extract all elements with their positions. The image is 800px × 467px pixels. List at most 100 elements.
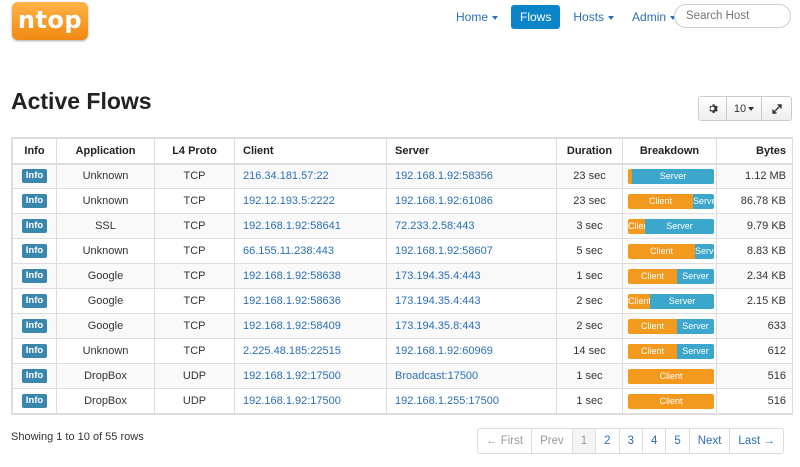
nav-item-home[interactable]: Home xyxy=(447,5,507,29)
page-button-next[interactable]: Next xyxy=(690,429,731,453)
duration-cell: 3 sec xyxy=(556,213,623,239)
col-header-application[interactable]: Application xyxy=(56,138,155,165)
chevron-down-icon xyxy=(608,15,615,20)
l4-proto-value: TCP xyxy=(183,295,206,307)
page-button-prev[interactable]: Prev xyxy=(532,429,573,453)
col-header-info[interactable]: Info xyxy=(12,138,57,165)
duration-cell: 5 sec xyxy=(556,238,623,264)
l4-proto-cell: TCP xyxy=(154,338,235,364)
server-cell: 173.194.35.8:443 xyxy=(386,313,557,339)
col-header-breakdown[interactable]: Breakdown xyxy=(622,138,717,165)
info-button[interactable]: Info xyxy=(21,369,48,383)
duration-value: 14 sec xyxy=(573,345,606,357)
info-button[interactable]: Info xyxy=(21,319,48,333)
info-cell: Info xyxy=(12,213,57,239)
table-body: Info Unknown TCP 216.34.181.57:22 192.168.1.… xyxy=(12,163,793,414)
duration-cell: 1 sec xyxy=(556,388,623,414)
server-link[interactable]: 173.194.35.4:443 xyxy=(395,295,481,307)
l4-proto-cell: TCP xyxy=(154,213,235,239)
client-cell: 2.225.48.185:22515 xyxy=(234,338,387,364)
info-button[interactable]: Info xyxy=(21,344,48,358)
info-button[interactable]: Info xyxy=(21,244,48,258)
bytes-value: 516 xyxy=(767,370,786,382)
server-cell: 192.168.1.92:60969 xyxy=(386,338,557,364)
client-link[interactable]: 66.155.11.238:443 xyxy=(243,245,334,257)
info-button[interactable]: Info xyxy=(21,194,48,208)
client-link[interactable]: 216.34.181.57:22 xyxy=(243,170,329,182)
page-button-4[interactable]: 4 xyxy=(643,429,667,453)
client-link[interactable]: 192.168.1.92:58636 xyxy=(243,295,341,307)
info-cell: Info xyxy=(12,338,57,364)
l4-proto-value: TCP xyxy=(183,220,206,232)
table-row: Info Unknown TCP 192.12.193.5:2222 192.168.1… xyxy=(12,188,793,214)
rows-per-page-dropdown[interactable]: 10 xyxy=(727,97,762,120)
server-cell: 173.194.35.4:443 xyxy=(386,288,557,314)
info-button[interactable]: Info xyxy=(21,294,48,308)
page-title: Active Flows xyxy=(11,88,152,114)
server-link[interactable]: 192.168.1.92:58607 xyxy=(395,245,493,257)
page-button-5[interactable]: 5 xyxy=(666,429,690,453)
col-header-server[interactable]: Server xyxy=(386,138,557,165)
breakdown-bar: Server xyxy=(628,168,714,184)
bytes-value: 2.15 KB xyxy=(746,295,786,307)
info-button[interactable]: Info xyxy=(21,269,48,283)
col-header-client[interactable]: Client xyxy=(234,138,387,165)
server-link[interactable]: 192.168.1.92:60969 xyxy=(395,345,493,357)
breakdown-client-segment: Client xyxy=(628,368,714,384)
server-link[interactable]: Broadcast:17500 xyxy=(395,370,478,382)
page-button-first[interactable]: ← First xyxy=(478,429,533,453)
client-link[interactable]: 2.225.48.185:22515 xyxy=(243,345,341,357)
client-link[interactable]: 192.168.1.92:58638 xyxy=(243,270,341,282)
nav-item-hosts[interactable]: Hosts xyxy=(564,5,623,29)
client-link[interactable]: 192.168.1.92:17500 xyxy=(243,395,341,407)
server-link[interactable]: 173.194.35.8:443 xyxy=(395,320,481,332)
bytes-cell: 633 xyxy=(716,313,793,339)
breakdown-cell: ClientServer xyxy=(622,213,717,239)
bytes-cell: 8.83 KB xyxy=(716,238,793,264)
application-name: Unknown xyxy=(82,345,129,357)
server-cell: 192.168.1.92:61086 xyxy=(386,188,557,214)
application-cell: DropBox xyxy=(56,363,155,389)
server-link[interactable]: 173.194.35.4:443 xyxy=(395,270,481,282)
table-row: Info Unknown TCP 66.155.11.238:443 192.168.1… xyxy=(12,238,793,264)
page-button-last[interactable]: Last → xyxy=(730,429,782,453)
search-host-input[interactable] xyxy=(674,4,791,28)
page-button-3[interactable]: 3 xyxy=(620,429,643,453)
col-header-l4-proto[interactable]: L4 Proto xyxy=(154,138,235,165)
breakdown-bar: ClientServer xyxy=(628,343,714,359)
bytes-value: 633 xyxy=(767,320,786,332)
expand-button[interactable] xyxy=(762,97,791,120)
col-header-duration[interactable]: Duration xyxy=(556,138,623,165)
client-cell: 192.168.1.92:58638 xyxy=(234,263,387,289)
info-button[interactable]: Info xyxy=(21,394,48,408)
settings-button[interactable] xyxy=(699,97,727,120)
client-link[interactable]: 192.168.1.92:58409 xyxy=(243,320,341,332)
page-button-2[interactable]: 2 xyxy=(596,429,620,453)
client-link[interactable]: 192.168.1.92:58641 xyxy=(243,220,341,232)
duration-cell: 14 sec xyxy=(556,338,623,364)
server-link[interactable]: 192.168.1.92:61086 xyxy=(395,195,493,207)
server-cell: Broadcast:17500 xyxy=(386,363,557,389)
info-button[interactable]: Info xyxy=(21,169,48,184)
bytes-cell: 516 xyxy=(716,388,793,414)
ntop-logo[interactable]: ntop xyxy=(12,2,88,40)
client-link[interactable]: 192.12.193.5:2222 xyxy=(243,195,335,207)
application-name: DropBox xyxy=(84,395,127,407)
bytes-value: 86.78 KB xyxy=(740,195,786,207)
client-link[interactable]: 192.168.1.92:17500 xyxy=(243,370,341,382)
server-link[interactable]: 192.168.1.255:17500 xyxy=(395,395,499,407)
l4-proto-cell: TCP xyxy=(154,163,235,189)
nav-item-flows[interactable]: Flows xyxy=(511,5,561,29)
col-header-bytes[interactable]: Bytes xyxy=(716,138,793,165)
breakdown-cell: Client xyxy=(622,388,717,414)
breakdown-client-segment: Client xyxy=(628,393,714,409)
server-link[interactable]: 72.233.2.58:443 xyxy=(395,220,475,232)
info-button[interactable]: Info xyxy=(21,219,48,233)
duration-value: 1 sec xyxy=(576,370,603,382)
server-link[interactable]: 192.168.1.92:58356 xyxy=(395,170,493,182)
l4-proto-cell: UDP xyxy=(154,388,235,414)
flows-table: Info Application L4 Proto Client Server … xyxy=(11,137,793,415)
l4-proto-cell: TCP xyxy=(154,313,235,339)
page-button-1[interactable]: 1 xyxy=(572,429,597,453)
bytes-value: 2.34 KB xyxy=(746,270,786,282)
